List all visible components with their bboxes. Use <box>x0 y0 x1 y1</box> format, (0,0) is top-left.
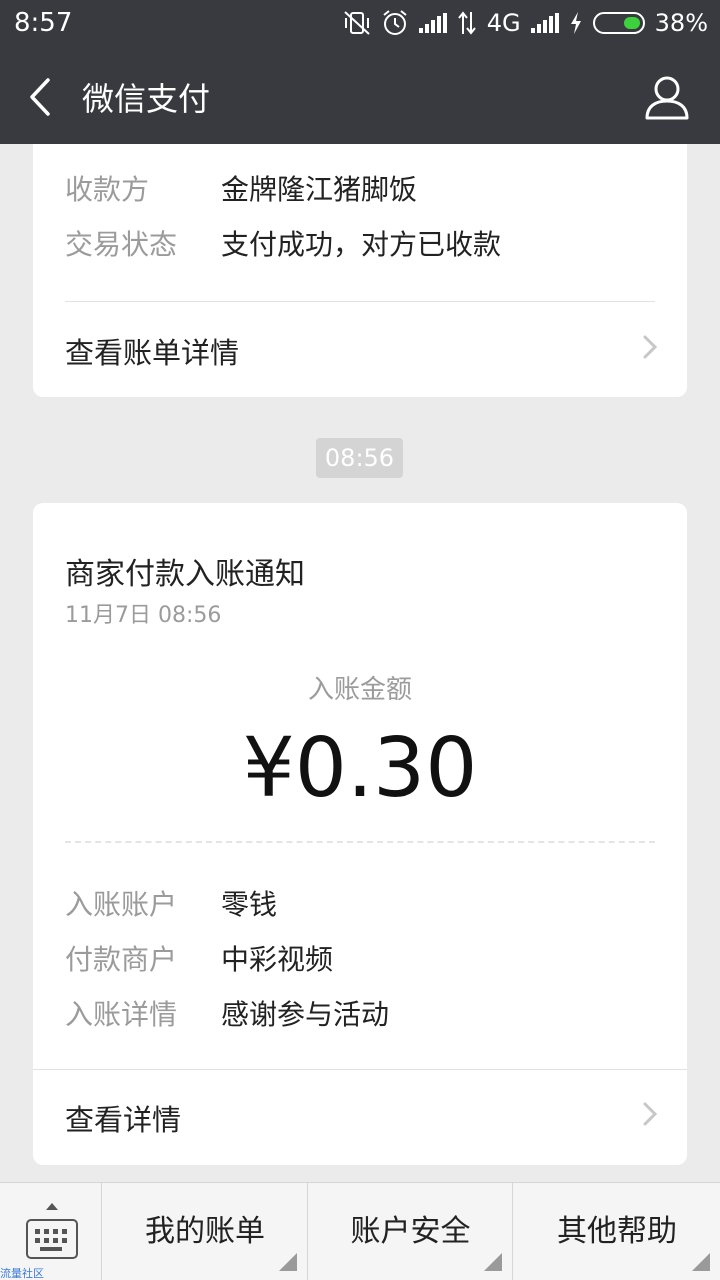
status-icons: 4G 38% <box>343 9 708 37</box>
trade-status-label: 交易状态 <box>65 228 178 261</box>
trade-status-row: 交易状态 支付成功，对方已收款 <box>65 223 501 263</box>
account-label: 入账账户 <box>65 888 178 921</box>
view-details-label: 查看详情 <box>65 1103 182 1137</box>
menu-my-bills[interactable]: 我的账单 <box>103 1183 308 1280</box>
vibrate-off-icon <box>344 11 370 35</box>
battery-icon <box>592 12 645 34</box>
bottom-menu-bar: 流量社区 我的账单 账户安全 其他帮助 <box>0 1182 720 1280</box>
keyboard-toggle-button[interactable]: 流量社区 <box>0 1183 102 1280</box>
details-label: 入账详情 <box>65 998 178 1031</box>
chevron-up-icon <box>46 1203 58 1210</box>
battery-fill <box>623 17 640 29</box>
notice-title: 商家付款入账通知 <box>65 557 305 592</box>
dashed-divider <box>65 841 655 843</box>
submenu-indicator-icon <box>484 1253 502 1271</box>
submenu-indicator-icon <box>279 1253 297 1271</box>
view-bill-details-label: 查看账单详情 <box>65 336 240 370</box>
battery-percent: 38% <box>654 9 708 37</box>
keyboard-icon <box>26 1219 78 1259</box>
payee-value: 金牌隆江猪脚饭 <box>221 173 418 206</box>
person-icon[interactable] <box>644 74 690 120</box>
payee-row: 收款方 金牌隆江猪脚饭 <box>65 168 417 208</box>
account-row: 入账账户 零钱 <box>65 883 277 923</box>
notice-date: 11月7日 08:56 <box>65 603 222 628</box>
merchant-row: 付款商户 中彩视频 <box>65 938 333 978</box>
message-timestamp: 08:56 <box>316 438 403 478</box>
view-bill-details-link[interactable]: 查看账单详情 <box>65 330 661 372</box>
view-details-link[interactable]: 查看详情 <box>65 1097 661 1139</box>
network-type: 4G <box>486 9 521 37</box>
alarm-icon <box>383 10 407 35</box>
submenu-indicator-icon <box>692 1253 710 1271</box>
status-time: 8:57 <box>14 8 73 38</box>
signal-icon <box>418 13 447 33</box>
chevron-right-icon <box>643 1102 658 1126</box>
merchant-label: 付款商户 <box>65 943 178 976</box>
details-value: 感谢参与活动 <box>221 998 390 1031</box>
menu-other-help-label: 其他帮助 <box>557 1214 677 1249</box>
data-transfer-icon <box>458 11 476 35</box>
chevron-right-icon <box>643 335 658 359</box>
status-bar: 8:57 4G 38% <box>0 0 720 50</box>
menu-account-security-label: 账户安全 <box>350 1214 471 1249</box>
divider <box>65 301 655 302</box>
watermark: 流量社区 <box>0 1267 44 1280</box>
menu-my-bills-label: 我的账单 <box>145 1214 265 1249</box>
nav-bar: 微信支付 <box>0 50 720 144</box>
account-value: 零钱 <box>221 888 278 921</box>
amount-value: ¥0.30 <box>242 721 478 816</box>
chevron-left-icon[interactable] <box>22 72 62 122</box>
menu-account-security[interactable]: 账户安全 <box>309 1183 513 1280</box>
trade-status-value: 支付成功，对方已收款 <box>221 228 502 261</box>
payee-label: 收款方 <box>65 173 150 206</box>
charging-icon <box>570 12 581 34</box>
merchant-payment-notice-card[interactable]: 商家付款入账通知 11月7日 08:56 入账金额 ¥0.30 入账账户 零钱 … <box>33 503 687 1165</box>
menu-other-help[interactable]: 其他帮助 <box>514 1183 720 1280</box>
details-row: 入账详情 感谢参与活动 <box>65 993 389 1033</box>
amount-label: 入账金额 <box>307 675 412 705</box>
merchant-value: 中彩视频 <box>221 943 334 976</box>
page-title: 微信支付 <box>82 80 211 118</box>
divider <box>33 1069 687 1070</box>
payment-message-card: 收款方 金牌隆江猪脚饭 交易状态 支付成功，对方已收款 查看账单详情 <box>33 144 687 397</box>
signal-icon <box>530 13 559 33</box>
